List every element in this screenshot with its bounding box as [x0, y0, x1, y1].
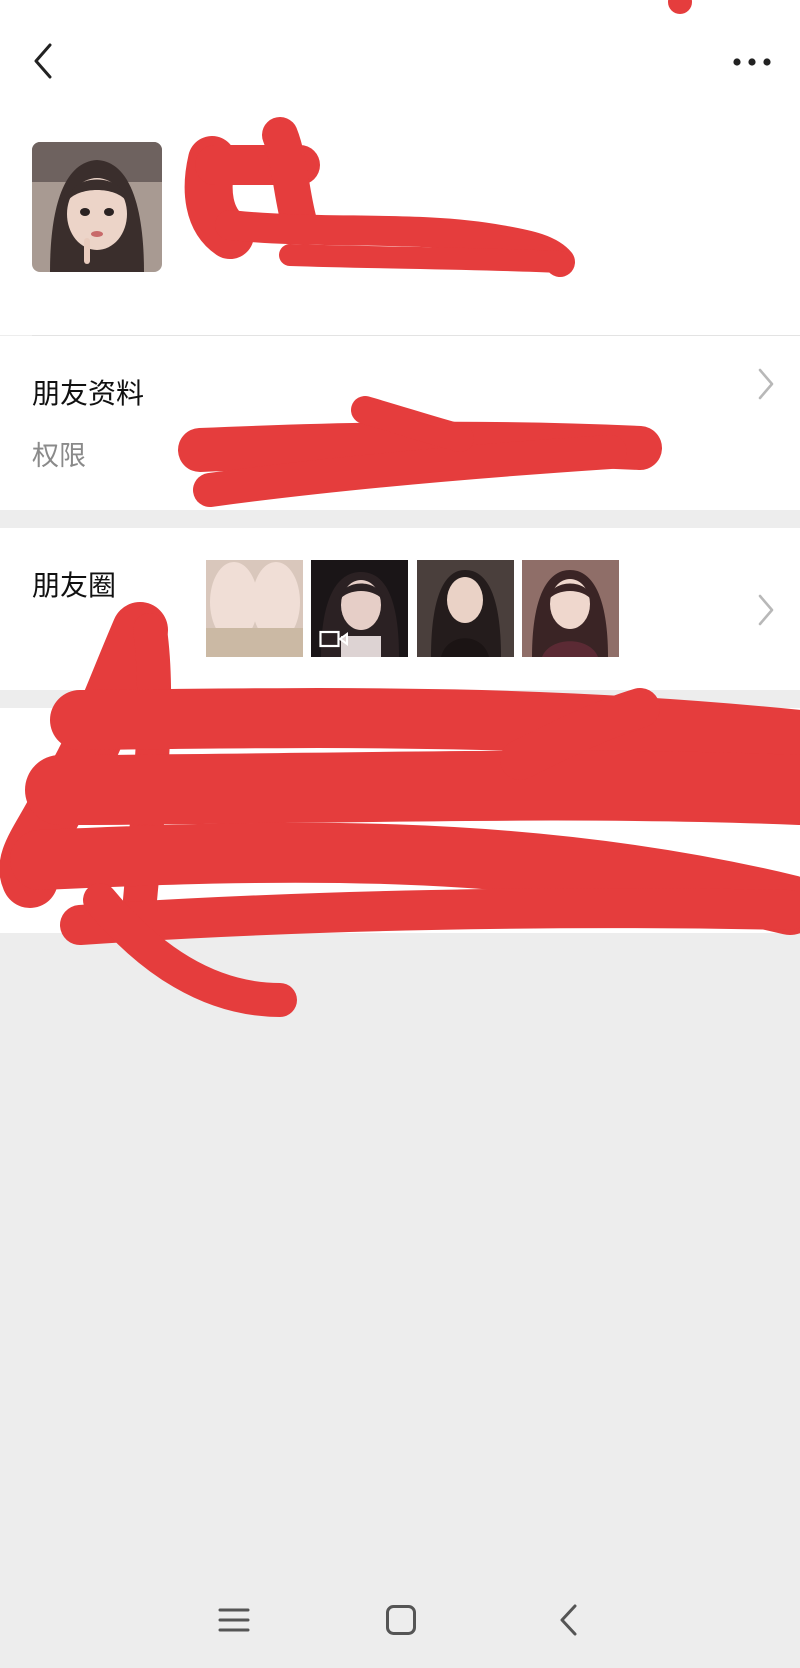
system-menu-button[interactable] [204, 1590, 264, 1650]
video-icon [319, 630, 348, 648]
moments-thumbnail[interactable] [522, 560, 619, 657]
moments-section[interactable]: 朋友圈 [0, 528, 800, 690]
back-button[interactable] [20, 36, 66, 86]
chevron-right-icon [758, 368, 774, 400]
system-home-button[interactable] [371, 1590, 431, 1650]
moments-thumbnail[interactable] [417, 560, 514, 657]
avatar-photo [32, 142, 162, 272]
back-chevron-icon [560, 1604, 577, 1636]
more-options-button[interactable] [722, 40, 782, 84]
moments-photo-4 [522, 560, 619, 657]
moments-photo-3 [417, 560, 514, 657]
moments-thumbnail[interactable] [311, 560, 408, 657]
chevron-left-icon [34, 43, 52, 79]
more-horizontal-icon [733, 58, 771, 66]
system-navigation-bar [0, 1570, 800, 1668]
home-square-icon [386, 1605, 416, 1635]
navigation-bar [0, 0, 800, 120]
moments-title: 朋友圈 [32, 569, 117, 602]
moments-thumbnail[interactable] [206, 560, 303, 657]
friend-info-section[interactable]: 朋友资料 权限 [0, 336, 800, 510]
chevron-right-icon [758, 594, 774, 626]
friend-info-title: 朋友资料 [32, 377, 145, 410]
menu-icon [218, 1608, 250, 1632]
permissions-label: 权限 [32, 441, 86, 472]
system-back-button[interactable] [538, 1590, 598, 1650]
moments-photo-1 [206, 560, 303, 657]
profile-avatar[interactable] [32, 142, 162, 272]
redacted-actions-section[interactable] [0, 708, 800, 933]
